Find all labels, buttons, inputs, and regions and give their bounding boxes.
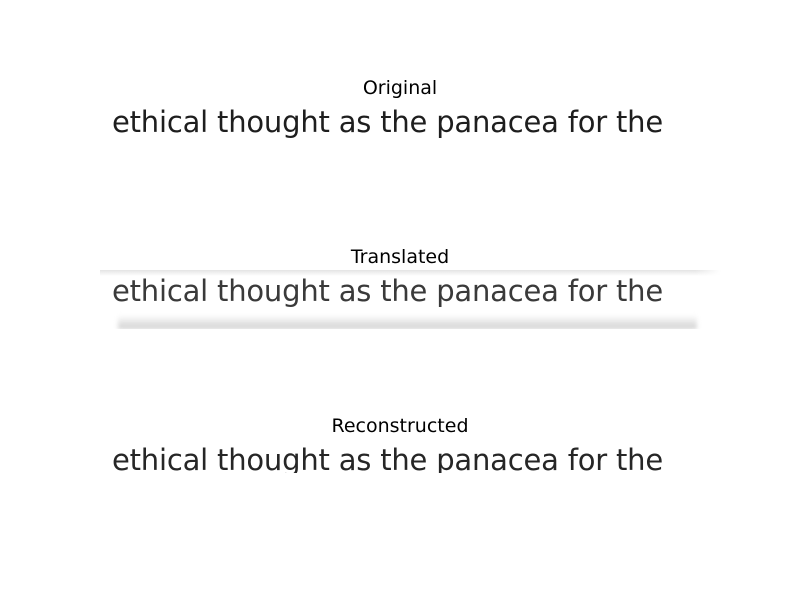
translated-text-line: ethical thought as the panacea for the: [112, 274, 663, 308]
original-text-line: ethical thought as the panacea for the: [112, 106, 663, 138]
translated-blur-band: [118, 315, 697, 329]
reconstructed-panel-title: Reconstructed: [331, 415, 469, 437]
reconstructed-text-line: ethical thought as the panacea for the: [112, 443, 663, 474]
translated-panel-title: Translated: [350, 246, 450, 268]
reconstructed-text-image: ethical thought as the panacea for the: [100, 443, 700, 473]
original-panel-title: Original: [362, 77, 438, 99]
translated-text-image: ethical thought as the panacea for the: [100, 270, 721, 329]
translated-right-fade: [695, 270, 721, 329]
original-text-image: ethical thought as the panacea for the: [100, 106, 700, 138]
